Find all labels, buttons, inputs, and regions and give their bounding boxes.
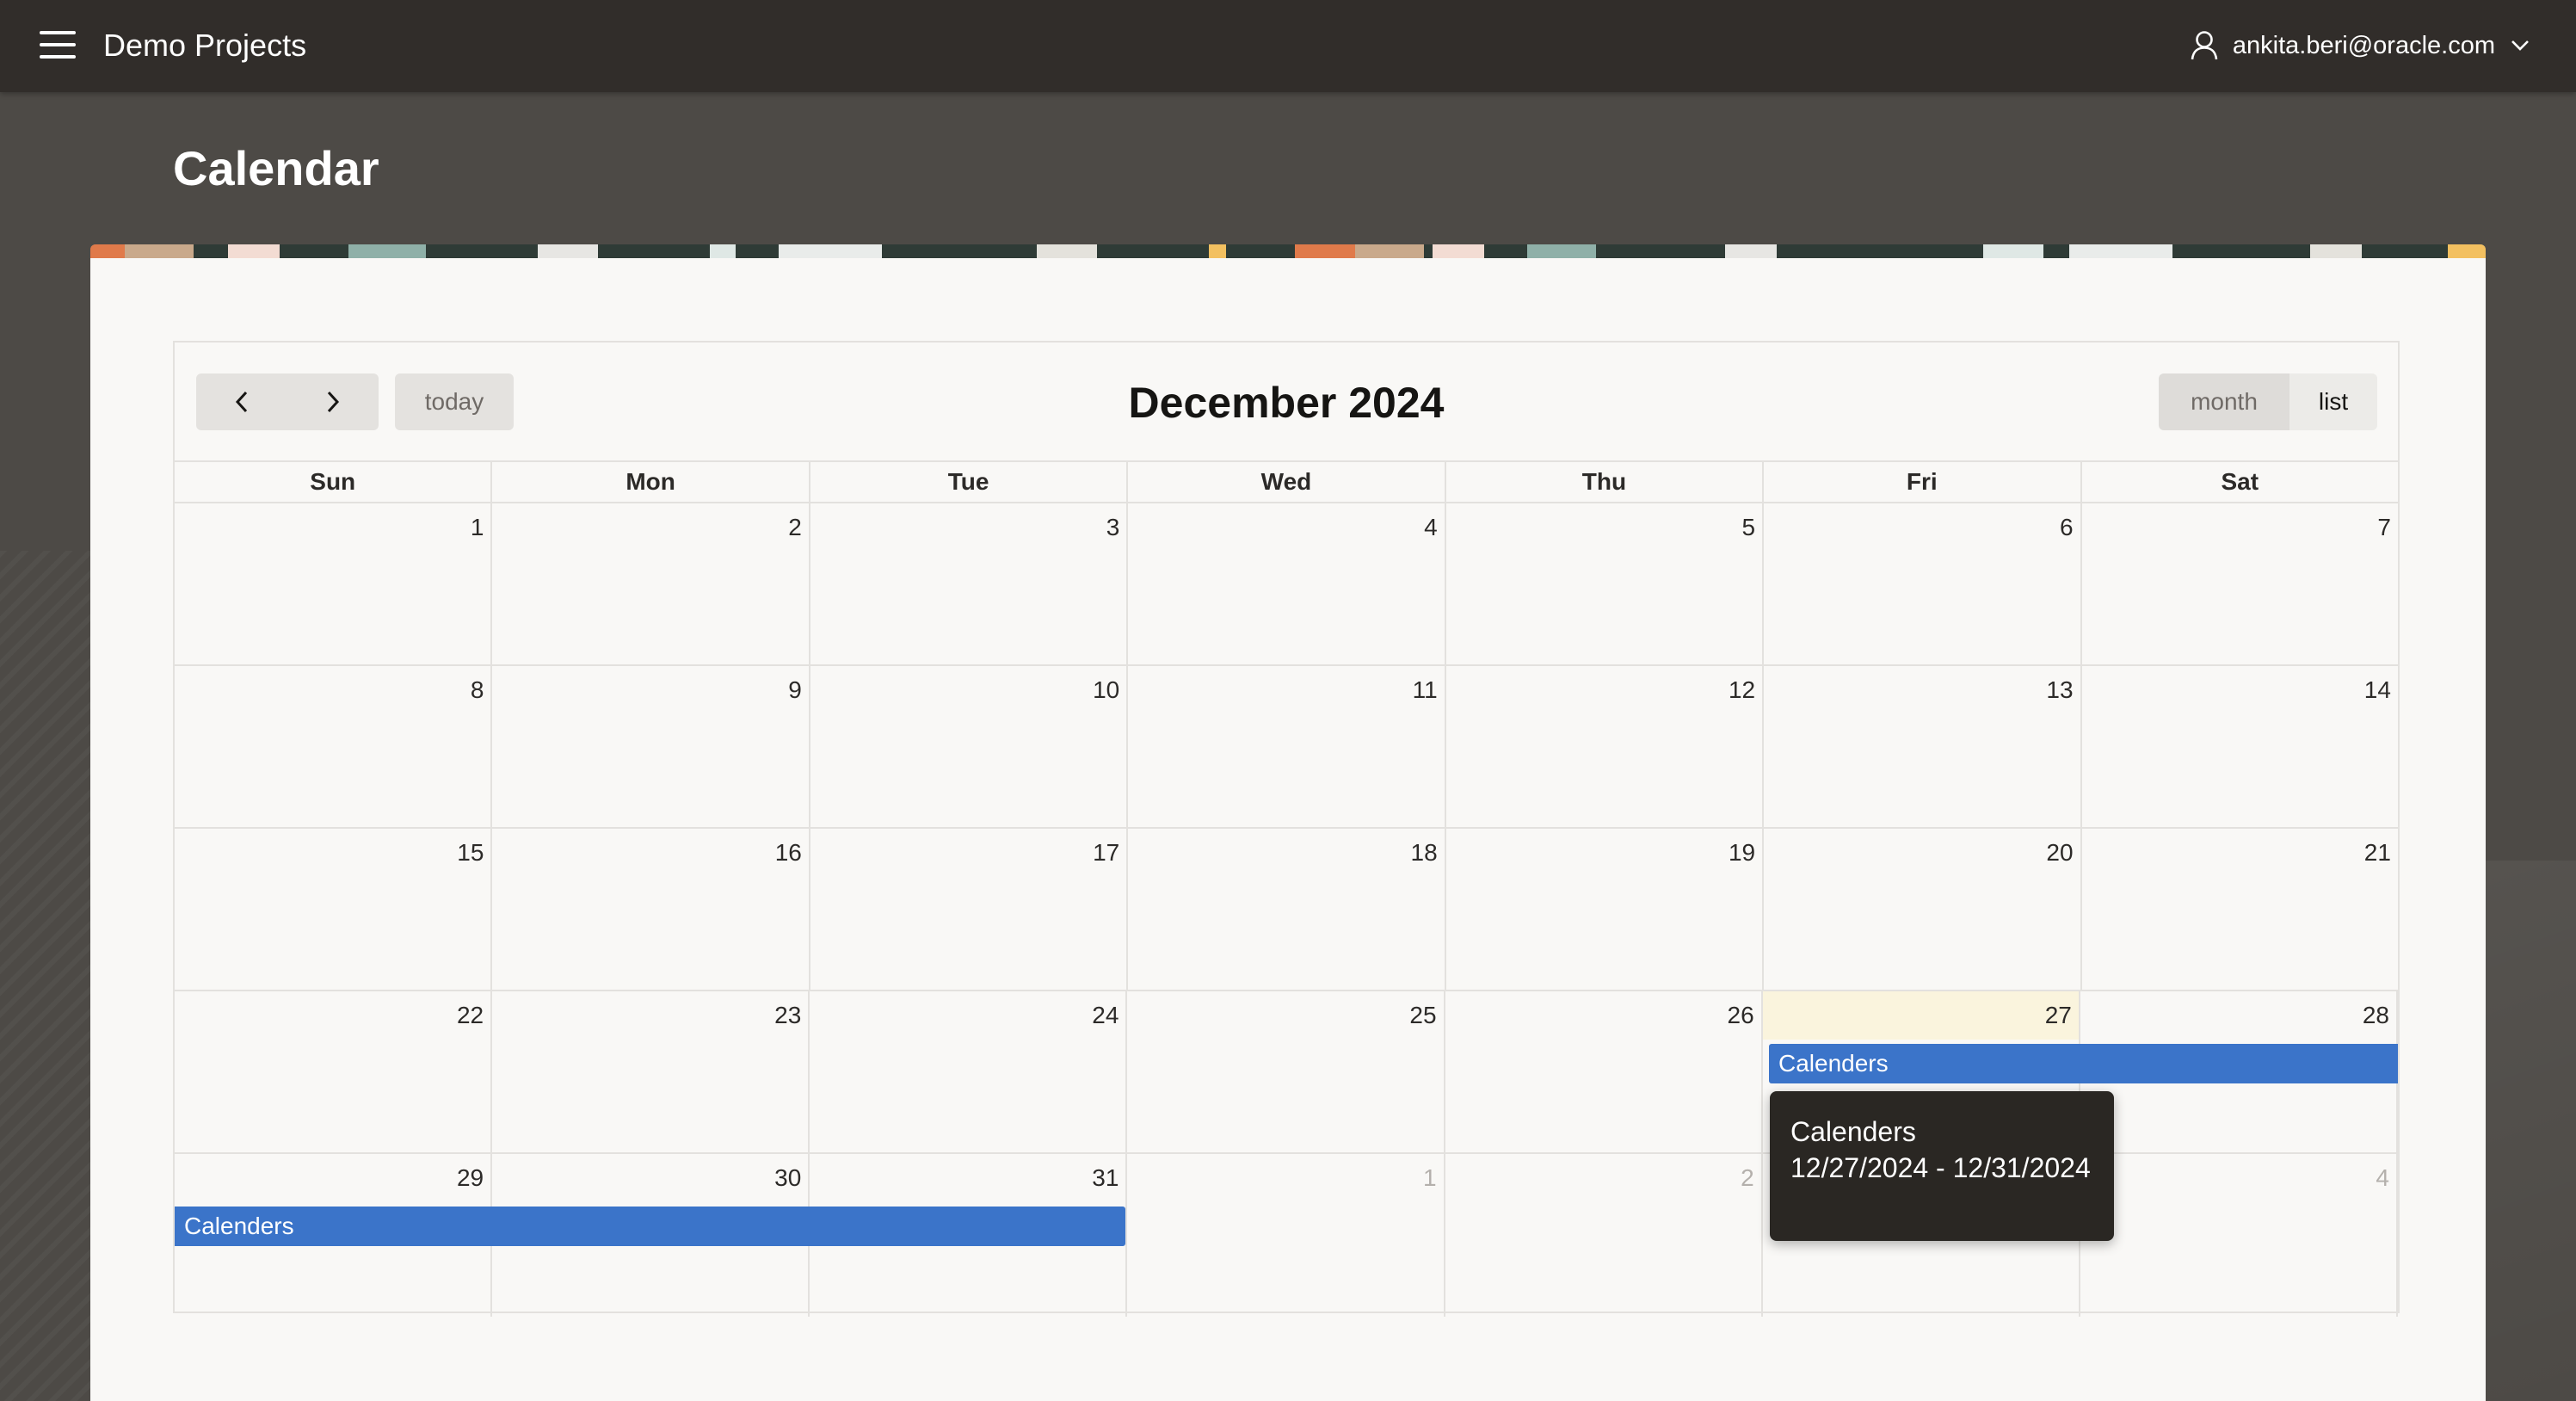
day-cell[interactable]: 25 bbox=[1127, 991, 1445, 1152]
day-cell[interactable]: 26 bbox=[1445, 991, 1763, 1152]
day-number[interactable]: 4 bbox=[1424, 512, 1438, 543]
event-bar[interactable]: Calenders bbox=[1769, 1044, 2398, 1083]
day-number[interactable]: 31 bbox=[1092, 1163, 1119, 1194]
day-cell[interactable]: 4 bbox=[1128, 503, 1446, 664]
day-number[interactable]: 16 bbox=[775, 837, 802, 868]
day-cell[interactable]: 21 bbox=[2082, 829, 2398, 990]
chevron-down-icon bbox=[2511, 40, 2529, 51]
day-cell[interactable]: 18 bbox=[1128, 829, 1446, 990]
event-bar[interactable]: Calenders bbox=[175, 1207, 1125, 1246]
day-cell-other-month[interactable]: 2 bbox=[1445, 1154, 1763, 1317]
hamburger-icon[interactable] bbox=[40, 31, 76, 59]
day-number[interactable]: 4 bbox=[2376, 1163, 2389, 1194]
day-number[interactable]: 22 bbox=[457, 1000, 484, 1031]
calendar-title: December 2024 bbox=[1128, 379, 1445, 427]
day-number[interactable]: 14 bbox=[2364, 675, 2391, 706]
weekday-sat: Sat bbox=[2221, 468, 2259, 495]
day-number[interactable]: 27 bbox=[2045, 1000, 2072, 1031]
day-number[interactable]: 15 bbox=[457, 837, 484, 868]
day-cell[interactable]: 11 bbox=[1128, 666, 1446, 827]
day-cell[interactable]: 23 bbox=[492, 991, 810, 1152]
week-row: 8 9 10 11 12 13 14 bbox=[175, 666, 2398, 829]
app-title[interactable]: Demo Projects bbox=[103, 24, 306, 67]
user-menu[interactable]: ankita.beri@oracle.com bbox=[2190, 26, 2530, 65]
day-cell[interactable]: 22 bbox=[175, 991, 493, 1152]
day-number[interactable]: 13 bbox=[2046, 675, 2073, 706]
day-cell[interactable]: 20 bbox=[1764, 829, 2082, 990]
day-number[interactable]: 25 bbox=[1409, 1000, 1436, 1031]
day-number[interactable]: 1 bbox=[471, 512, 484, 543]
day-number[interactable]: 6 bbox=[2060, 512, 2074, 543]
calendar-toolbar: today December 2024 month list bbox=[175, 343, 2398, 463]
day-number[interactable]: 23 bbox=[774, 1000, 801, 1031]
day-number[interactable]: 29 bbox=[457, 1163, 484, 1194]
day-cell[interactable]: 14 bbox=[2082, 666, 2398, 827]
day-number[interactable]: 28 bbox=[2363, 1000, 2389, 1031]
day-number[interactable]: 20 bbox=[2046, 837, 2073, 868]
day-cell[interactable]: 9 bbox=[492, 666, 810, 827]
weekday-wed: Wed bbox=[1128, 462, 1446, 502]
day-number[interactable]: 2 bbox=[1741, 1163, 1754, 1194]
day-cell[interactable]: 17 bbox=[810, 829, 1129, 990]
day-cell[interactable]: 1 bbox=[175, 503, 493, 664]
week-row: 1 2 3 4 5 6 7 bbox=[175, 503, 2398, 666]
day-cell[interactable]: 2 bbox=[492, 503, 810, 664]
day-cell[interactable]: 15 bbox=[175, 829, 493, 990]
weekday-mon: Mon bbox=[492, 462, 810, 502]
day-number[interactable]: 8 bbox=[471, 675, 484, 706]
user-icon bbox=[2191, 31, 2218, 60]
calendar-card: today December 2024 month list Sun Mon T… bbox=[90, 244, 2486, 1401]
day-number[interactable]: 26 bbox=[1728, 1000, 1754, 1031]
day-number[interactable]: 11 bbox=[1413, 675, 1438, 706]
view-switcher: month list bbox=[2159, 373, 2377, 430]
day-cell[interactable]: 24 bbox=[810, 991, 1128, 1152]
tooltip-title: Calenders bbox=[1790, 1116, 1916, 1147]
day-cell[interactable]: 7 bbox=[2082, 503, 2398, 664]
day-cell[interactable]: 3 bbox=[810, 503, 1129, 664]
day-cell[interactable]: 16 bbox=[492, 829, 810, 990]
day-cell[interactable]: 6 bbox=[1764, 503, 2082, 664]
day-cell[interactable]: 10 bbox=[810, 666, 1129, 827]
day-number[interactable]: 19 bbox=[1729, 837, 1755, 868]
month-view-button[interactable]: month bbox=[2159, 373, 2289, 430]
day-number[interactable]: 3 bbox=[1106, 512, 1120, 543]
day-cell[interactable]: 13 bbox=[1764, 666, 2082, 827]
list-view-button[interactable]: list bbox=[2289, 373, 2377, 430]
day-number[interactable]: 17 bbox=[1093, 837, 1119, 868]
user-email: ankita.beri@oracle.com bbox=[2232, 31, 2495, 59]
day-number[interactable]: 7 bbox=[2377, 512, 2391, 543]
day-cell-other-month[interactable]: 1 bbox=[1127, 1154, 1445, 1317]
weekday-thu: Thu bbox=[1446, 462, 1765, 502]
day-number[interactable]: 10 bbox=[1093, 675, 1119, 706]
day-number[interactable]: 18 bbox=[1411, 837, 1438, 868]
day-cell[interactable]: 19 bbox=[1446, 829, 1765, 990]
day-number[interactable]: 9 bbox=[788, 675, 802, 706]
day-cell-other-month[interactable]: 4 bbox=[2080, 1154, 2398, 1317]
day-number[interactable]: 2 bbox=[788, 512, 802, 543]
tooltip-date-range: 12/27/2024 - 12/31/2024 bbox=[1790, 1152, 2091, 1183]
day-cell[interactable]: 5 bbox=[1446, 503, 1765, 664]
day-number[interactable]: 30 bbox=[774, 1163, 801, 1194]
day-number[interactable]: 21 bbox=[2364, 837, 2391, 868]
day-number[interactable]: 24 bbox=[1092, 1000, 1119, 1031]
day-cell[interactable]: 12 bbox=[1446, 666, 1765, 827]
page-title: Calendar bbox=[173, 141, 379, 195]
day-number[interactable]: 1 bbox=[1423, 1163, 1437, 1194]
day-number[interactable]: 5 bbox=[1742, 512, 1756, 543]
weekday-tue: Tue bbox=[810, 462, 1129, 502]
weekday-header: Sun Mon Tue Wed Thu Fri Sat bbox=[175, 460, 2398, 503]
weekday-fri: Fri bbox=[1764, 462, 2082, 502]
background-texture bbox=[0, 551, 95, 1401]
decorative-banner bbox=[90, 244, 2486, 258]
weekday-sun: Sun bbox=[175, 462, 493, 502]
day-cell[interactable]: 8 bbox=[175, 666, 493, 827]
event-tooltip: Calenders 12/27/2024 - 12/31/2024 bbox=[1770, 1091, 2114, 1241]
week-row: 15 16 17 18 19 20 21 bbox=[175, 829, 2398, 991]
day-number[interactable]: 12 bbox=[1729, 675, 1755, 706]
top-navigation-bar: Demo Projects ankita.beri@oracle.com bbox=[0, 0, 2576, 92]
